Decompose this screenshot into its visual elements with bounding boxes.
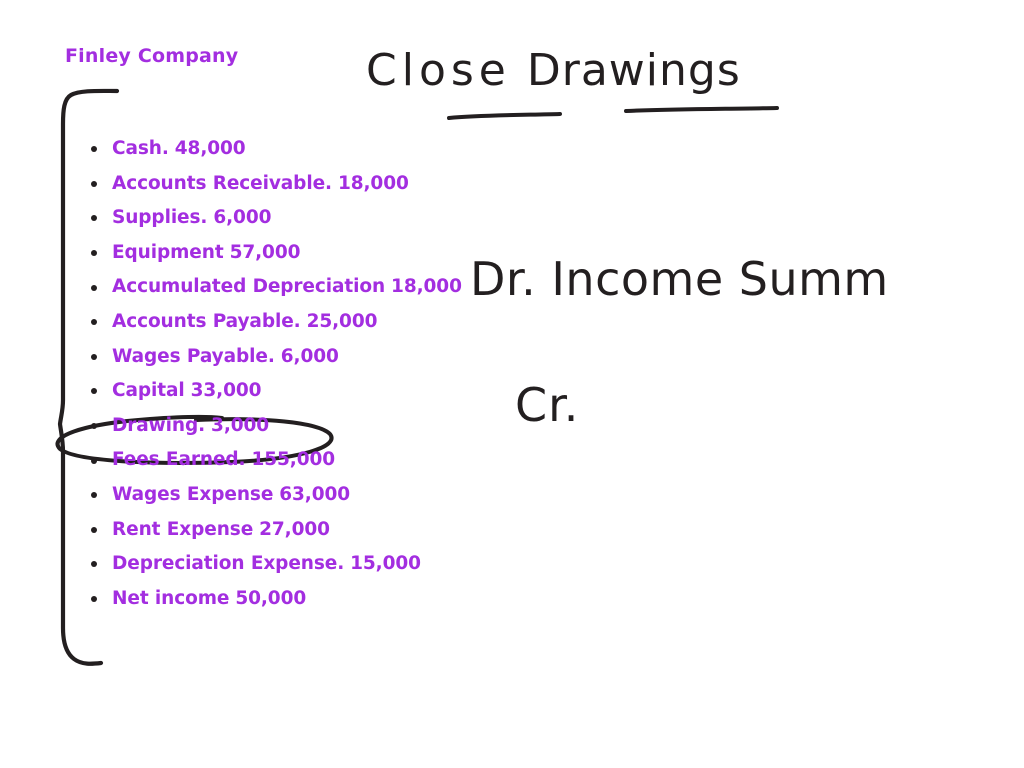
bullet-icon [91,146,97,153]
heading-word-drawings: Drawings [526,45,741,96]
account-amount: 155,000 [251,449,336,471]
account-label: Rent Expense [112,518,254,540]
account-amount: 33,000 [190,380,262,402]
account-label: Wages Expense [112,483,274,505]
account-label: Equipment [112,241,224,263]
trial-balance-row: Equipment 57,000 [88,236,548,271]
trial-balance-row: Cash. 48,000 [88,132,548,167]
account-amount: 6,000 [280,345,339,367]
account-amount: 57,000 [229,241,301,263]
account-label: Wages Payable. [112,345,275,367]
account-amount: 18,000 [337,172,409,194]
trial-balance-row: Wages Payable. 6,000 [88,340,548,375]
bullet-icon [91,353,97,360]
trial-balance-row: Fees Earned. 155,000 [88,443,548,478]
trial-balance-list: Cash. 48,000 Accounts Receivable. 18,000 Su… [88,132,548,616]
bullet-icon [91,561,97,568]
account-amount: 15,000 [350,553,421,575]
account-amount: 63,000 [279,483,351,505]
drawings-underline-ink [624,106,779,113]
account-amount: 3,000 [211,414,270,436]
bullet-icon [91,284,97,291]
bullet-icon [91,492,97,499]
trial-balance-row: Depreciation Expense. 15,000 [88,547,548,582]
bullet-icon [91,215,97,222]
trial-balance-row: Rent Expense 27,000 [88,513,548,548]
trial-balance-row: Wages Expense 63,000 [88,478,548,513]
account-label: Capital [112,380,185,402]
account-label: Depreciation Expense. [112,553,345,575]
account-amount: 50,000 [235,587,307,609]
trial-balance-row: Supplies. 6,000 [88,201,548,236]
bullet-icon [91,319,97,326]
trial-balance-row: Accounts Payable. 25,000 [88,305,548,340]
bullet-icon [91,596,97,603]
account-label: Net income [112,587,230,609]
trial-balance-row: Accumulated Depreciation 18,000 [88,270,548,305]
account-amount: 18,000 [391,276,462,298]
account-label: Accounts Payable. [112,310,301,332]
bullet-icon [91,526,97,533]
account-label: Accounts Receivable. [112,172,332,194]
heading-word-close: Close [366,45,511,96]
trial-balance-row: Drawing. 3,000 [88,409,548,444]
bullet-icon [91,250,97,257]
trial-balance-row: Capital 33,000 [88,374,548,409]
bullet-icon [91,423,97,430]
account-amount: 6,000 [213,207,272,229]
account-label: Cash. [112,138,169,159]
account-amount: 48,000 [174,138,246,159]
trial-balance-row: Accounts Receivable. 18,000 [88,167,548,202]
heading-close-drawings: Close Drawings [366,45,741,96]
whiteboard-canvas: Finley Company Close Drawings Dr. Income … [0,0,1024,768]
bullet-icon [91,457,97,464]
account-label: Drawing. [112,414,206,436]
bullet-icon [91,180,97,187]
account-label: Accumulated Depreciation [112,276,386,298]
account-label: Fees Earned. [112,449,246,471]
company-title: Finley Company [65,45,239,67]
bullet-icon [91,388,97,395]
account-amount: 25,000 [306,310,378,332]
account-amount: 27,000 [259,518,330,540]
close-underline-ink [447,112,562,120]
trial-balance-row: Net income 50,000 [88,582,548,617]
account-label: Supplies. [112,207,208,229]
